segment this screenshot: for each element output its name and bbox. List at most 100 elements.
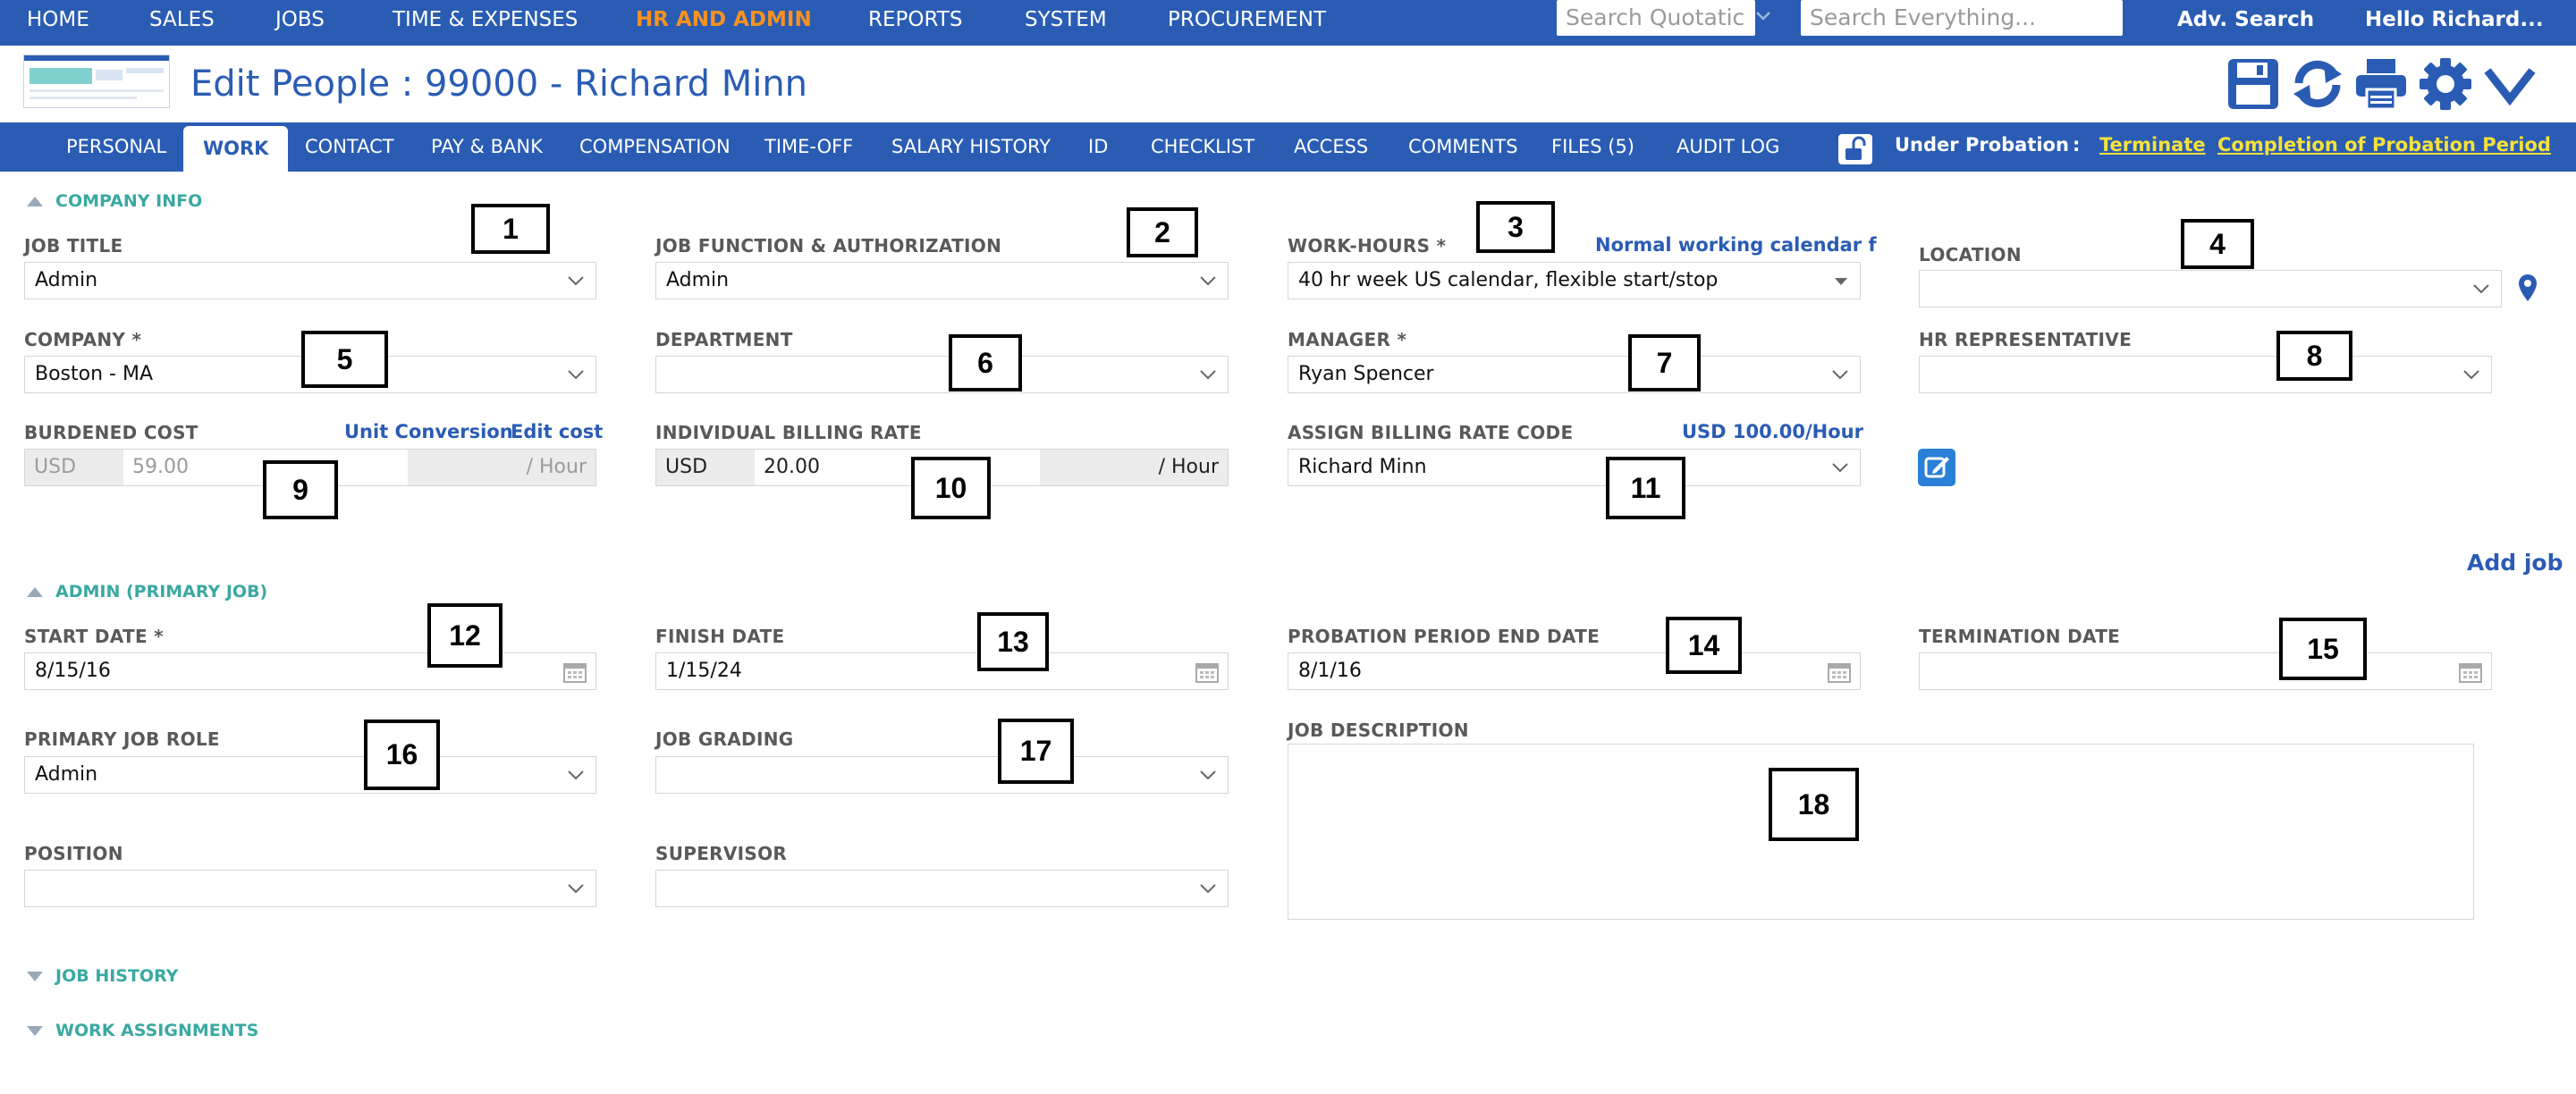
- search-dropdown-chevron-icon[interactable]: [1755, 11, 1771, 21]
- callout-1: 1: [471, 204, 550, 254]
- work-assignments-title: WORK ASSIGNMENTS: [55, 1021, 259, 1040]
- burdened-cost-label: BURDENED COST: [24, 422, 198, 443]
- calendar-icon[interactable]: [563, 661, 587, 683]
- chevron-down-icon: [568, 884, 584, 894]
- probation-separator: :: [2073, 134, 2081, 156]
- collapse-chevron-icon[interactable]: [2482, 56, 2538, 112]
- nav-system[interactable]: SYSTEM: [1025, 0, 1107, 39]
- billing-rate-value-link[interactable]: USD 100.00/Hour: [1682, 421, 1863, 442]
- primary-job-section-toggle[interactable]: ADMIN (PRIMARY JOB): [27, 582, 267, 602]
- chevron-down-icon: [568, 276, 584, 286]
- billing-rate-amount[interactable]: 20.00: [755, 450, 820, 485]
- edit-icon-button[interactable]: [1918, 449, 1955, 486]
- billing-rate-label: INDIVIDUAL BILLING RATE: [655, 422, 922, 443]
- tab-compensation[interactable]: COMPENSATION: [579, 122, 731, 172]
- billing-rate-unit: / Hour: [1040, 450, 1228, 485]
- terminate-link[interactable]: Terminate: [2099, 134, 2206, 156]
- nav-reports[interactable]: REPORTS: [868, 0, 962, 39]
- job-title-value: Admin: [35, 269, 98, 291]
- tab-pay-bank[interactable]: PAY & BANK: [431, 122, 543, 172]
- advanced-search-link[interactable]: Adv. Search: [2177, 0, 2314, 39]
- tab-salary-history[interactable]: SALARY HISTORY: [891, 122, 1051, 172]
- tab-work[interactable]: WORK: [183, 126, 289, 172]
- search-everything-input[interactable]: Search Everything...: [1801, 0, 2123, 36]
- nav-jobs[interactable]: JOBS: [275, 0, 325, 39]
- edit-cost-link[interactable]: Edit cost: [511, 421, 603, 442]
- callout-3: 3: [1476, 201, 1555, 253]
- nav-sales[interactable]: SALES: [149, 0, 215, 39]
- chevron-down-icon: [568, 770, 584, 780]
- job-description-textarea[interactable]: [1288, 744, 2474, 920]
- add-job-link[interactable]: Add job: [2467, 550, 2563, 576]
- calendar-icon[interactable]: [1195, 661, 1219, 683]
- tab-files[interactable]: FILES (5): [1551, 122, 1634, 172]
- finish-date-input[interactable]: 1/15/24: [655, 652, 1229, 690]
- primary-job-role-select[interactable]: Admin: [24, 756, 596, 794]
- tab-contact[interactable]: CONTACT: [305, 122, 394, 172]
- billing-rate-code-select[interactable]: Richard Minn: [1288, 449, 1861, 486]
- tab-access[interactable]: ACCESS: [1294, 122, 1368, 172]
- nav-hr-and-admin[interactable]: HR AND ADMIN: [636, 0, 812, 39]
- supervisor-select[interactable]: [655, 870, 1229, 907]
- tab-personal[interactable]: PERSONAL: [66, 122, 166, 172]
- calendar-icon[interactable]: [2459, 661, 2482, 683]
- nav-time-expenses[interactable]: TIME & EXPENSES: [393, 0, 578, 39]
- callout-14: 14: [1666, 617, 1742, 674]
- tab-comments[interactable]: COMMENTS: [1408, 122, 1518, 172]
- tab-time-off[interactable]: TIME-OFF: [764, 122, 853, 172]
- app-thumbnail-image: [23, 55, 170, 108]
- calendar-icon[interactable]: [1828, 661, 1851, 683]
- job-grading-select[interactable]: [655, 756, 1229, 794]
- manager-select[interactable]: Ryan Spencer: [1288, 356, 1861, 393]
- tab-checklist[interactable]: CHECKLIST: [1151, 122, 1254, 172]
- position-select[interactable]: [24, 870, 596, 907]
- department-select[interactable]: [655, 356, 1229, 393]
- map-pin-icon[interactable]: [2518, 274, 2538, 302]
- work-assignments-section-toggle[interactable]: WORK ASSIGNMENTS: [27, 1021, 258, 1040]
- probation-end-value: 8/1/16: [1298, 660, 1362, 682]
- search-quotation-input[interactable]: Search Quotatic: [1557, 0, 1755, 36]
- start-date-label: START DATE *: [24, 626, 164, 647]
- callout-13: 13: [977, 612, 1049, 671]
- nav-procurement[interactable]: PROCUREMENT: [1168, 0, 1326, 39]
- tab-id[interactable]: ID: [1088, 122, 1108, 172]
- burdened-cost-unit: / Hour: [408, 450, 595, 485]
- company-info-section-toggle[interactable]: COMPANY INFO: [27, 191, 202, 211]
- job-function-label: JOB FUNCTION & AUTHORIZATION: [655, 235, 1002, 257]
- hr-representative-select[interactable]: [1919, 356, 2492, 393]
- settings-gear-icon[interactable]: [2418, 56, 2473, 112]
- work-hours-select[interactable]: 40 hr week US calendar, flexible start/s…: [1288, 262, 1861, 299]
- collapse-triangle-icon: [27, 587, 43, 597]
- unlock-icon[interactable]: [1838, 134, 1872, 164]
- normal-calendar-link[interactable]: Normal working calendar f: [1595, 234, 1877, 256]
- start-date-input[interactable]: 8/15/16: [24, 652, 596, 690]
- probation-end-input[interactable]: 8/1/16: [1288, 652, 1861, 690]
- print-icon[interactable]: [2353, 56, 2409, 112]
- unit-conversion-link[interactable]: Unit Conversion: [344, 421, 513, 442]
- primary-job-role-value: Admin: [35, 763, 98, 786]
- save-icon[interactable]: [2225, 56, 2281, 112]
- department-label: DEPARTMENT: [655, 329, 793, 350]
- chevron-down-icon: [1200, 276, 1216, 286]
- callout-15: 15: [2279, 618, 2367, 680]
- refresh-icon[interactable]: [2290, 56, 2345, 112]
- chevron-down-icon: [1200, 770, 1216, 780]
- callout-2: 2: [1127, 207, 1198, 257]
- completion-probation-link[interactable]: Completion of Probation Period: [2217, 134, 2551, 156]
- position-label: POSITION: [24, 843, 123, 864]
- callout-7: 7: [1628, 334, 1701, 391]
- chevron-down-icon: [1832, 463, 1848, 473]
- chevron-down-icon: [2463, 370, 2479, 380]
- chevron-down-icon: [2473, 284, 2489, 294]
- tab-audit-log[interactable]: AUDIT LOG: [1677, 122, 1779, 172]
- finish-date-value: 1/15/24: [666, 660, 742, 682]
- job-history-section-toggle[interactable]: JOB HISTORY: [27, 966, 178, 986]
- probation-status: Under Probation: [1895, 134, 2069, 156]
- callout-10: 10: [911, 457, 991, 519]
- user-greeting-menu[interactable]: Hello Richard...: [2365, 0, 2544, 39]
- nav-home[interactable]: HOME: [27, 0, 89, 39]
- termination-date-input[interactable]: [1919, 652, 2492, 690]
- job-function-select[interactable]: Admin: [655, 262, 1229, 299]
- location-select[interactable]: [1919, 270, 2502, 307]
- job-title-select[interactable]: Admin: [24, 262, 596, 299]
